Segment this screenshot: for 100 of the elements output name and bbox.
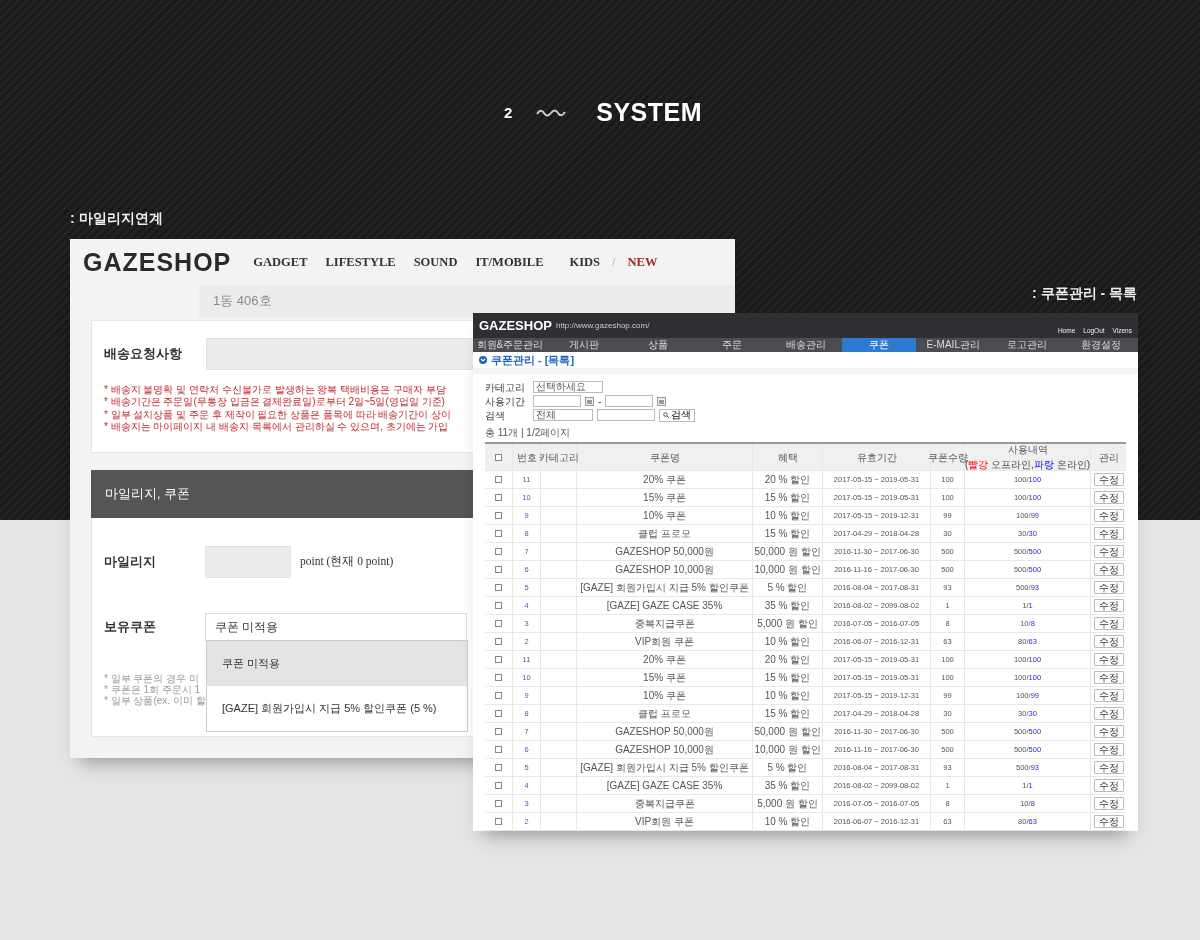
notice-text: * 배송지는 마이페이지 내 배송지 목록에서 관리하실 수 있으며, 초기에는 가입 [104,420,449,434]
calendar-icon[interactable] [585,396,594,406]
checkbox[interactable] [495,746,502,753]
checkbox[interactable] [495,728,502,735]
checkbox[interactable] [495,674,502,681]
edit-button[interactable]: 수정 [1093,761,1124,774]
request-field[interactable] [206,338,474,370]
table-cell-text: 20% 쿠폰 [643,473,686,487]
nav-tab[interactable]: 회원&주문관리 [473,338,547,352]
calendar-icon[interactable] [657,396,667,406]
table-cell-text: 15 % 할인 [764,671,811,685]
field-label: 마일리지 [104,553,157,572]
table-cell-text: 10 % 할인 [764,689,811,703]
edit-button[interactable]: 수정 [1093,581,1124,594]
checkbox[interactable] [495,710,502,717]
category-select[interactable]: 선택하세요 [533,381,603,393]
nav-link[interactable]: KIDS [569,252,601,272]
checkbox[interactable] [495,656,502,663]
table-cell-text: 15% 쿠폰 [643,671,686,685]
checkbox[interactable] [495,800,502,807]
table-cell-text: [GAZE] GAZE CASE 35% [606,779,723,793]
search-field[interactable] [597,409,655,421]
search-scope-select[interactable]: 전체 [533,409,593,421]
checkbox[interactable] [495,530,502,537]
checkbox[interactable] [495,566,502,573]
note-text: * 일부 상품(ex. 이미 할 [104,695,206,706]
edit-button[interactable]: 수정 [1093,707,1124,720]
coupon-select[interactable]: 쿠폰 미적용 [205,613,467,641]
edit-button[interactable]: 수정 [1093,797,1124,810]
mileage-field[interactable] [205,546,291,578]
notice-text: * 배송기간은 주문일(무통장 입금은 결제완료일)로부터 2일~5일(영업일 기준) [104,396,445,409]
table-cell-text: 클럽 프로모 [638,707,691,721]
edit-button[interactable]: 수정 [1093,509,1124,522]
notice-text: * 일부 설치상품 및 주문 후 제작이 필요한 상품은 품목에 따라 배송기간이 상이 [104,408,452,421]
edit-button[interactable]: 수정 [1093,635,1124,648]
dropdown-option[interactable]: 쿠폰 미적용 [207,641,467,686]
nav-link[interactable]: SOUND [413,252,458,272]
checkbox[interactable] [495,476,502,483]
checkbox[interactable] [495,494,502,501]
checkbox[interactable] [495,453,502,461]
edit-button[interactable]: 수정 [1093,617,1124,630]
edit-button[interactable]: 수정 [1093,815,1124,828]
edit-button[interactable]: 수정 [1093,563,1124,576]
edit-button[interactable]: 수정 [1093,491,1124,504]
checkbox[interactable] [495,620,502,627]
edit-button[interactable]: 수정 [1093,779,1124,792]
edit-button[interactable]: 수정 [1093,671,1124,684]
section-number: 2 [503,102,513,123]
column-header: 혜택 [777,450,798,465]
logo[interactable]: GAZESHOP [83,249,232,275]
table-cell-text: 10,000 원 할인 [754,743,821,757]
table-cell-text: 20 % 할인 [764,473,811,487]
nav-tab[interactable]: E-MAIL관리 [916,338,991,352]
nav-link[interactable]: LIFESTYLE [325,252,396,272]
nav-tab[interactable]: 상품 [620,338,695,352]
date-field[interactable] [533,395,581,407]
table-cell-text: 15% 쿠폰 [643,491,686,505]
table-cell-text: 10,000 원 할인 [754,563,821,577]
logo[interactable]: GAZESHOP [479,315,552,336]
nav-link[interactable]: IT/MOBILE [475,252,544,272]
table-cell-text: 5,000 원 할인 [757,797,818,811]
table-cell-text: 15 % 할인 [764,527,811,541]
table-cell-text: 35 % 할인 [764,779,811,793]
checkbox[interactable] [495,638,502,645]
circle-arrow-icon [479,356,487,364]
column-header: 카테고리 [538,450,579,465]
table-cell-text: GAZESHOP 50,000원 [615,725,714,739]
nav-link[interactable]: NEW [627,252,658,272]
edit-button[interactable]: 수정 [1093,545,1124,558]
edit-button[interactable]: 수정 [1093,743,1124,756]
nav-tab[interactable]: 로고관리 [990,338,1065,352]
nav-tab[interactable]: 환경설정 [1064,338,1138,352]
table-cell-text: 10 % 할인 [764,635,811,649]
checkbox[interactable] [495,548,502,555]
column-header: 쿠폰명 [649,450,680,465]
nav-tab[interactable]: 배송관리 [768,338,843,352]
checkbox[interactable] [495,512,502,519]
edit-button[interactable]: 수정 [1093,725,1124,738]
checkbox[interactable] [495,818,502,825]
edit-button[interactable]: 수정 [1093,527,1124,540]
separator-text: - [598,394,602,409]
column-header: 유효기간 [856,450,897,465]
checkbox[interactable] [495,584,502,591]
checkbox[interactable] [495,602,502,609]
nav-tab[interactable]: 게시판 [546,338,621,352]
nav-link[interactable]: GADGET [253,252,308,272]
checkbox[interactable] [495,764,502,771]
dropdown-option[interactable]: [GAZE] 회원가입시 지급 5% 할인쿠폰 (5 %) [207,686,467,731]
nav-tab[interactable]: 쿠폰 [842,338,917,352]
edit-button[interactable]: 수정 [1093,599,1124,612]
checkbox[interactable] [495,692,502,699]
edit-button[interactable]: 수정 [1093,653,1124,666]
nav-tab[interactable]: 주문 [694,338,769,352]
table-cell-text: 10% 쿠폰 [643,689,686,703]
search-button[interactable]: 검색 [659,408,695,422]
table-cell-text: 10 % 할인 [764,509,811,523]
edit-button[interactable]: 수정 [1093,473,1124,486]
checkbox[interactable] [495,782,502,789]
edit-button[interactable]: 수정 [1093,689,1124,702]
date-field[interactable] [605,395,654,407]
